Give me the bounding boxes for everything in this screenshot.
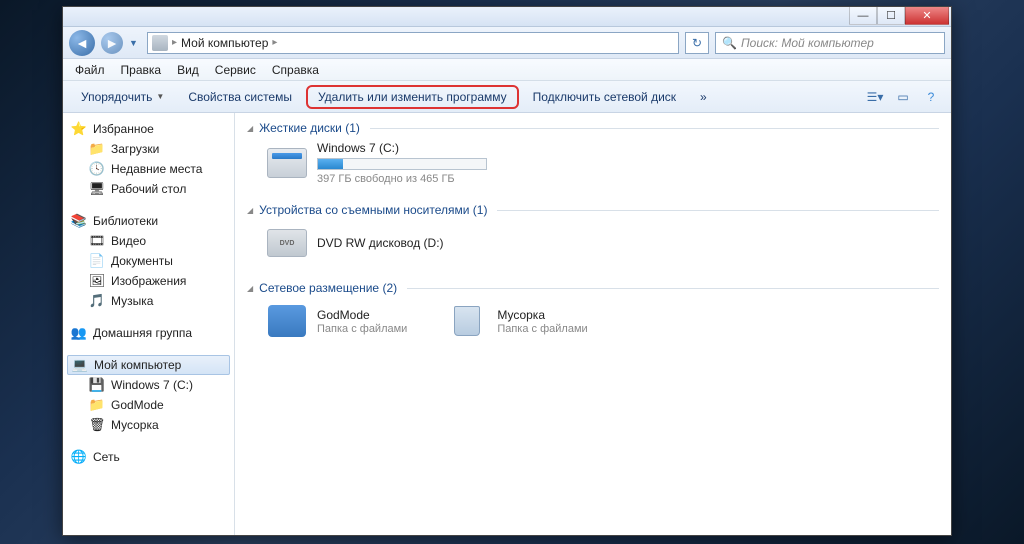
drive-icon: 💾 [89, 377, 105, 393]
search-placeholder: Поиск: Мой компьютер [741, 36, 874, 50]
menu-edit[interactable]: Правка [113, 61, 170, 79]
content-pane[interactable]: Жесткие диски (1) Windows 7 (C:) 397 ГБ … [235, 113, 951, 535]
uninstall-program-button[interactable]: Удалить или изменить программу [306, 85, 519, 109]
back-button[interactable]: ◄ [69, 30, 95, 56]
sidebar-recent[interactable]: 🕓Недавние места [67, 159, 230, 179]
menu-view[interactable]: Вид [169, 61, 207, 79]
computer-icon: 💻 [72, 357, 88, 373]
drive-name: Windows 7 (C:) [317, 141, 487, 155]
system-properties-button[interactable]: Свойства системы [178, 86, 302, 108]
item-type: Папка с файлами [497, 323, 587, 335]
toolbar-more-button[interactable]: » [690, 86, 717, 108]
sidebar-godmode[interactable]: 📁GodMode [67, 395, 230, 415]
library-icon: 📚 [71, 213, 87, 229]
document-icon: 📄 [89, 253, 105, 269]
sidebar-drive-c[interactable]: 💾Windows 7 (C:) [67, 375, 230, 395]
sidebar-downloads[interactable]: 📁Загрузки [67, 139, 230, 159]
minimize-button[interactable]: — [849, 7, 877, 25]
music-icon: 🎵 [89, 293, 105, 309]
folder-icon: 📁 [89, 141, 105, 157]
preview-pane-button[interactable]: ▭ [891, 86, 915, 108]
disk-usage-bar [317, 158, 487, 170]
sidebar-video[interactable]: 🎞Видео [67, 231, 230, 251]
forward-button[interactable]: ► [101, 32, 123, 54]
organize-button[interactable]: Упорядочить ▼ [71, 86, 174, 108]
chevron-right-icon: ▸ [172, 37, 177, 48]
item-type: Папка с файлами [317, 323, 407, 335]
section-header[interactable]: Устройства со съемными носителями (1) [247, 203, 939, 219]
picture-icon: 🖼 [89, 273, 105, 289]
folder-icon: 📁 [89, 397, 105, 413]
sidebar-favorites[interactable]: ⭐Избранное [67, 119, 230, 139]
search-icon: 🔍 [722, 36, 737, 50]
maximize-button[interactable]: ☐ [877, 7, 905, 25]
sidebar-computer[interactable]: 💻Мой компьютер [67, 355, 230, 375]
network-icon: 🌐 [71, 449, 87, 465]
section-header[interactable]: Жесткие диски (1) [247, 121, 939, 137]
sidebar-desktop[interactable]: 🖥Рабочий стол [67, 179, 230, 199]
drive-space: 397 ГБ свободно из 465 ГБ [317, 173, 487, 185]
drive-name: DVD RW дисковод (D:) [317, 236, 444, 250]
close-button[interactable]: ✕ [905, 7, 949, 25]
help-button[interactable]: ? [919, 86, 943, 108]
dvd-drive-icon [267, 229, 307, 257]
sidebar-trash[interactable]: 🗑Мусорка [67, 415, 230, 435]
trash-icon: 🗑 [89, 417, 105, 433]
map-network-drive-button[interactable]: Подключить сетевой диск [523, 86, 686, 108]
recycle-bin-icon [451, 303, 483, 339]
sidebar-pictures[interactable]: 🖼Изображения [67, 271, 230, 291]
recent-icon: 🕓 [89, 161, 105, 177]
star-icon: ⭐ [71, 121, 87, 137]
navigation-pane: ⭐Избранное 📁Загрузки 🕓Недавние места 🖥Ра… [63, 113, 235, 535]
menu-file[interactable]: Файл [67, 61, 113, 79]
titlebar[interactable]: — ☐ ✕ [63, 7, 951, 27]
explorer-window: — ☐ ✕ ◄ ► ▼ ▸ Мой компьютер ▸ ↻ 🔍 Поиск:… [62, 6, 952, 536]
section-header[interactable]: Сетевое размещение (2) [247, 281, 939, 297]
section-hard-drives: Жесткие диски (1) Windows 7 (C:) 397 ГБ … [247, 121, 939, 189]
dvd-item[interactable]: DVD RW дисковод (D:) [247, 219, 939, 267]
drive-item[interactable]: Windows 7 (C:) 397 ГБ свободно из 465 ГБ [247, 137, 939, 189]
network-item-trash[interactable]: Мусорка Папка с файлами [447, 297, 587, 345]
sidebar-network[interactable]: 🌐Сеть [67, 447, 230, 467]
chevron-down-icon: ▼ [156, 92, 164, 101]
search-input[interactable]: 🔍 Поиск: Мой компьютер [715, 32, 945, 54]
computer-icon [152, 35, 168, 51]
menu-bar: Файл Правка Вид Сервис Справка [63, 59, 951, 81]
homegroup-icon: 👥 [71, 325, 87, 341]
section-removable: Устройства со съемными носителями (1) DV… [247, 203, 939, 267]
address-bar[interactable]: ▸ Мой компьютер ▸ [147, 32, 679, 54]
hard-drive-icon [267, 148, 307, 178]
video-icon: 🎞 [89, 233, 105, 249]
menu-help[interactable]: Справка [264, 61, 327, 79]
menu-tools[interactable]: Сервис [207, 61, 264, 79]
sidebar-homegroup[interactable]: 👥Домашняя группа [67, 323, 230, 343]
nav-bar: ◄ ► ▼ ▸ Мой компьютер ▸ ↻ 🔍 Поиск: Мой к… [63, 27, 951, 59]
sidebar-libraries[interactable]: 📚Библиотеки [67, 211, 230, 231]
section-network: Сетевое размещение (2) GodMode Папка с ф… [247, 281, 939, 345]
view-options-button[interactable]: ☰▾ [863, 86, 887, 108]
address-segment[interactable]: Мой компьютер [181, 36, 268, 50]
refresh-button[interactable]: ↻ [685, 32, 709, 54]
sidebar-music[interactable]: 🎵Музыка [67, 291, 230, 311]
chevron-right-icon: ▸ [272, 37, 277, 48]
item-name: GodMode [317, 308, 407, 322]
toolbar: Упорядочить ▼ Свойства системы Удалить и… [63, 81, 951, 113]
sidebar-documents[interactable]: 📄Документы [67, 251, 230, 271]
control-panel-icon [268, 305, 306, 337]
network-item-godmode[interactable]: GodMode Папка с файлами [267, 297, 407, 345]
desktop-icon: 🖥 [89, 181, 105, 197]
item-name: Мусорка [497, 308, 587, 322]
history-dropdown[interactable]: ▼ [129, 38, 141, 48]
